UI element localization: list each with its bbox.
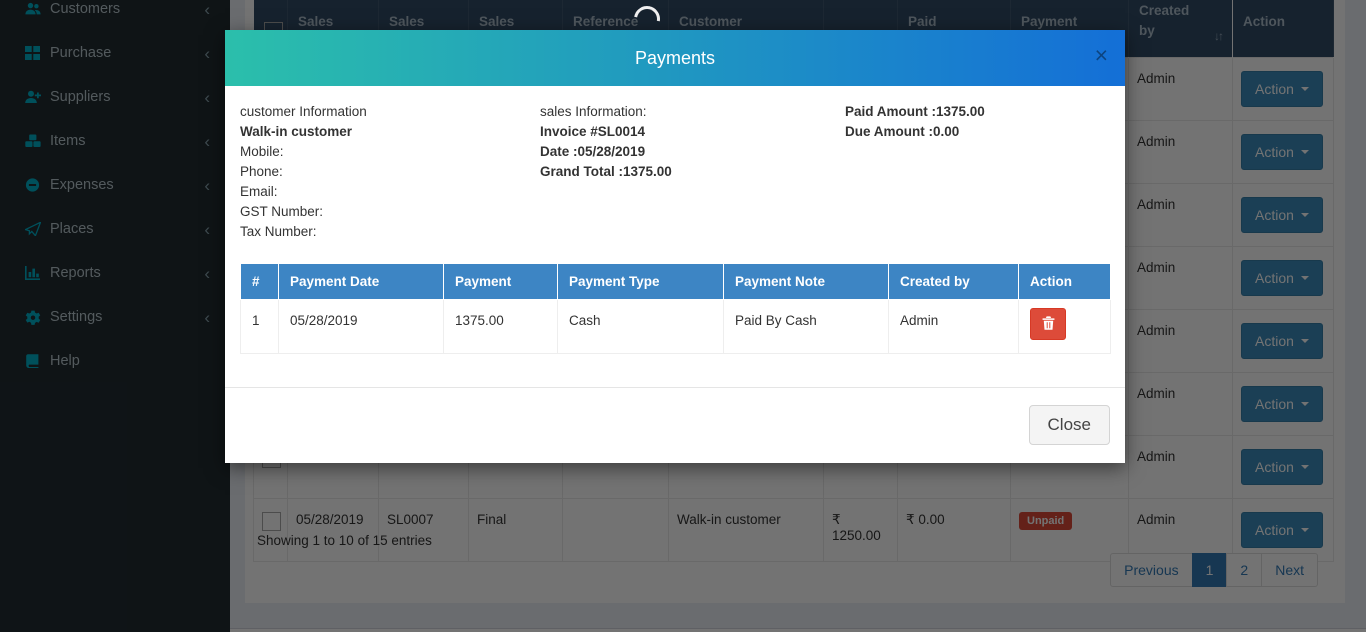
sales-invoice: Invoice #SL0014 <box>540 122 845 142</box>
payment-created-by: Admin <box>889 300 1019 354</box>
payments-col-date: Payment Date <box>279 264 444 300</box>
payment-amount: 1375.00 <box>444 300 558 354</box>
payments-col-action: Action <box>1019 264 1111 300</box>
customer-name: Walk-in customer <box>240 122 540 142</box>
modal-footer: Close <box>225 387 1125 463</box>
payments-col-type: Payment Type <box>558 264 724 300</box>
close-button[interactable]: Close <box>1029 405 1110 445</box>
payment-row: 1 05/28/2019 1375.00 Cash Paid By Cash A… <box>241 300 1111 354</box>
payments-col-amount: Payment <box>444 264 558 300</box>
payments-col-created-by: Created by <box>889 264 1019 300</box>
amounts-info: Paid Amount :1375.00 Due Amount :0.00 <box>845 102 1110 242</box>
modal-header: Payments × <box>225 30 1125 86</box>
customer-mobile: Mobile: <box>240 142 540 162</box>
due-amount: Due Amount :0.00 <box>845 122 1110 142</box>
payment-date: 05/28/2019 <box>279 300 444 354</box>
sales-grand-total: Grand Total :1375.00 <box>540 162 845 182</box>
customer-info: customer Information Walk-in customer Mo… <box>240 102 540 242</box>
sales-date: Date :05/28/2019 <box>540 142 845 162</box>
sales-info-heading: sales Information: <box>540 102 845 122</box>
customer-email: Email: <box>240 182 540 202</box>
modal-body: customer Information Walk-in customer Mo… <box>225 86 1125 354</box>
paid-amount: Paid Amount :1375.00 <box>845 102 1110 122</box>
payments-header-row: # Payment Date Payment Payment Type Paym… <box>241 264 1111 300</box>
trash-icon <box>1042 316 1055 333</box>
sales-info: sales Information: Invoice #SL0014 Date … <box>540 102 845 242</box>
payment-num: 1 <box>241 300 279 354</box>
customer-gst: GST Number: <box>240 202 540 222</box>
payment-note: Paid By Cash <box>724 300 889 354</box>
customer-tax: Tax Number: <box>240 222 540 242</box>
payments-table: # Payment Date Payment Payment Type Paym… <box>240 263 1111 354</box>
payments-col-note: Payment Note <box>724 264 889 300</box>
payments-modal: Payments × customer Information Walk-in … <box>225 30 1125 463</box>
modal-title: Payments <box>225 30 1125 86</box>
delete-payment-button[interactable] <box>1030 308 1066 340</box>
payments-col-num: # <box>241 264 279 300</box>
close-icon[interactable]: × <box>1095 44 1108 67</box>
payment-type: Cash <box>558 300 724 354</box>
customer-info-heading: customer Information <box>240 102 540 122</box>
customer-phone: Phone: <box>240 162 540 182</box>
